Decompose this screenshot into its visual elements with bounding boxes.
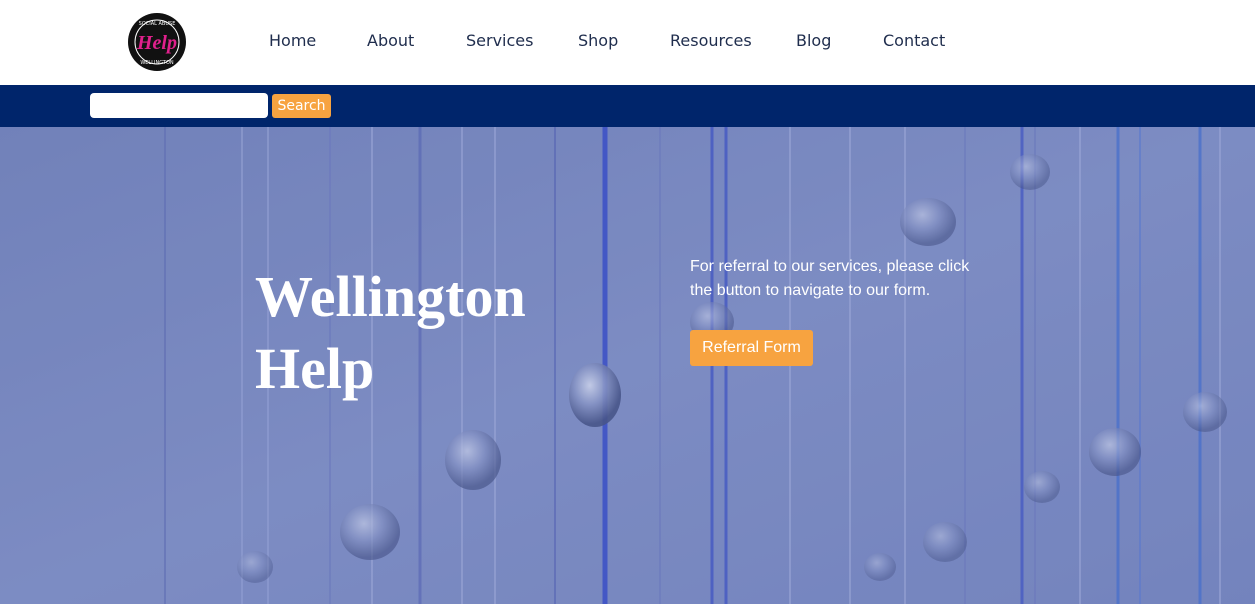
nav-contact[interactable]: Contact <box>883 31 945 50</box>
nav-blog[interactable]: Blog <box>796 31 831 50</box>
hero-section: Wellington Help For referral to our serv… <box>0 127 1255 604</box>
svg-text:Help: Help <box>136 32 177 54</box>
help-logo-icon: Help SOCIAL ABUSE WELLINGTON <box>128 13 186 71</box>
search-button[interactable]: Search <box>272 94 331 118</box>
nav-shop[interactable]: Shop <box>578 31 618 50</box>
referral-form-button[interactable]: Referral Form <box>690 330 813 366</box>
svg-text:SOCIAL ABUSE: SOCIAL ABUSE <box>139 21 176 27</box>
nav-services[interactable]: Services <box>466 31 533 50</box>
site-header: Help SOCIAL ABUSE WELLINGTON Home About … <box>0 0 1255 85</box>
nav-home[interactable]: Home <box>269 31 316 50</box>
hanging-glass-drops-image <box>0 127 1255 604</box>
logo[interactable]: Help SOCIAL ABUSE WELLINGTON <box>127 12 187 72</box>
nav-about[interactable]: About <box>367 31 414 50</box>
nav-resources[interactable]: Resources <box>670 31 752 50</box>
hero-description: For referral to our services, please cli… <box>690 258 970 299</box>
search-bar: Search <box>0 85 1255 127</box>
svg-text:WELLINGTON: WELLINGTON <box>140 60 174 66</box>
hero-title: Wellington Help <box>255 264 526 401</box>
search-input[interactable] <box>90 93 268 118</box>
